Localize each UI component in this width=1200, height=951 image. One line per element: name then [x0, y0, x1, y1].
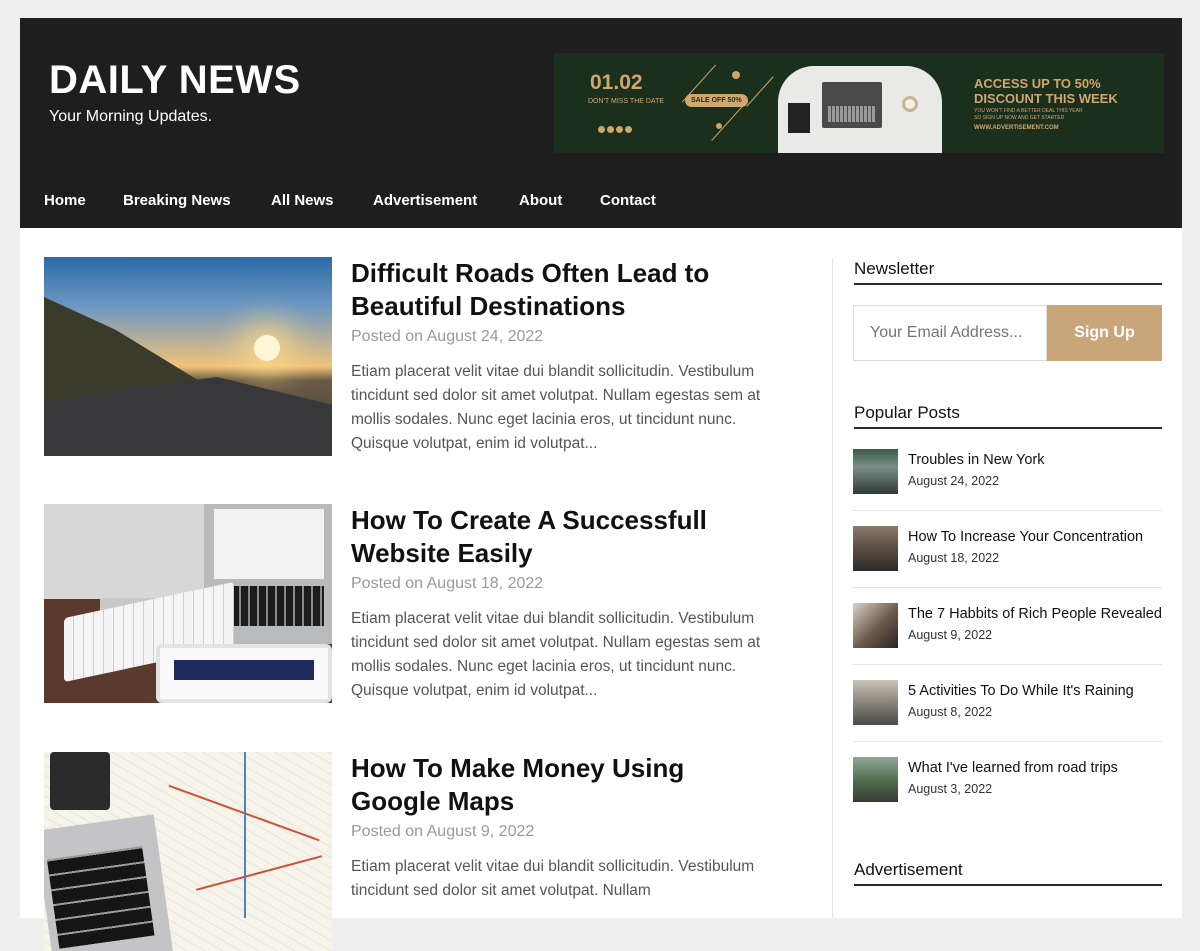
popular-post-item[interactable]: What I've learned from road trips August… — [853, 757, 1162, 834]
popular-post-separator — [853, 741, 1162, 742]
site-wrapper: DAILY NEWS Your Morning Updates. 01.02 D… — [20, 18, 1182, 951]
popular-post-separator — [853, 664, 1162, 665]
post-excerpt: Etiam placerat velit vitae dui blandit s… — [351, 858, 755, 899]
ad-url: WWW.ADVERTISEMENT.COM — [974, 125, 1059, 131]
post-excerpt: Etiam placerat velit vitae dui blandit s… — [351, 363, 761, 452]
post-date: Posted on August 24, 2022 — [351, 328, 544, 345]
ad-sale-badge: SALE OFF 50% — [685, 94, 748, 107]
nav-contact[interactable]: Contact — [600, 192, 656, 209]
popular-post-title[interactable]: Troubles in New York — [908, 452, 1044, 468]
post-thumbnail[interactable] — [44, 504, 332, 703]
popular-post-title[interactable]: What I've learned from road trips — [908, 760, 1118, 776]
popular-post-date: August 3, 2022 — [908, 782, 993, 796]
popular-post-title[interactable]: The 7 Habbits of Rich People Revealed — [908, 606, 1162, 622]
signup-button[interactable]: Sign Up — [1047, 305, 1162, 361]
popular-post-item[interactable]: Troubles in New York August 24, 2022 — [853, 449, 1162, 526]
site-tagline: Your Morning Updates. — [49, 108, 213, 125]
widget-divider — [854, 884, 1162, 886]
nav-breaking-news[interactable]: Breaking News — [123, 192, 231, 209]
widget-divider — [854, 283, 1162, 285]
nav-about[interactable]: About — [519, 192, 562, 209]
post-title[interactable]: How To Create A Successfull Website Easi… — [351, 504, 751, 570]
post-thumbnail[interactable] — [44, 257, 332, 456]
popular-post-separator — [853, 510, 1162, 511]
post-title[interactable]: How To Make Money Using Google Maps — [351, 752, 751, 818]
brand: DAILY NEWS Your Morning Updates. — [49, 58, 301, 126]
popular-post-date: August 8, 2022 — [908, 705, 993, 719]
popular-post-date: August 9, 2022 — [908, 628, 993, 642]
popular-post-thumbnail[interactable] — [853, 526, 898, 571]
popular-post-thumbnail[interactable] — [853, 603, 898, 648]
popular-post-title[interactable]: 5 Activities To Do While It's Raining — [908, 683, 1134, 699]
post-card: How To Make Money Using Google Maps Post… — [44, 752, 764, 951]
popular-post-title[interactable]: How To Increase Your Concentration — [908, 529, 1143, 545]
post-title[interactable]: Difficult Roads Often Lead to Beautiful … — [351, 257, 751, 323]
widget-divider — [854, 427, 1162, 429]
ad-fine-print: YOU WON'T FIND A BETTER DEAL THIS YEAR S… — [974, 108, 1083, 121]
post-date: Posted on August 18, 2022 — [351, 575, 544, 592]
ad-date: 01.02 — [590, 71, 643, 94]
popular-post-thumbnail[interactable] — [853, 680, 898, 725]
post-card: Difficult Roads Often Lead to Beautiful … — [44, 257, 764, 457]
popular-post-date: August 24, 2022 — [908, 474, 1000, 488]
nav-home[interactable]: Home — [44, 192, 86, 209]
post-date: Posted on August 9, 2022 — [351, 823, 535, 840]
ad-desk-image — [778, 66, 942, 153]
site-header: DAILY NEWS Your Morning Updates. 01.02 D… — [20, 18, 1182, 228]
post-excerpt: Etiam placerat velit vitae dui blandit s… — [351, 610, 761, 699]
popular-post-item[interactable]: 5 Activities To Do While It's Raining Au… — [853, 680, 1162, 757]
ad-headline: ACCESS UP TO 50% DISCOUNT THIS WEEK — [974, 76, 1118, 106]
newsletter-title: Newsletter — [854, 259, 935, 278]
content-divider — [832, 258, 833, 918]
advertisement-title: Advertisement — [854, 860, 963, 879]
popular-post-date: August 18, 2022 — [908, 551, 1000, 565]
main-nav: Home Breaking News All News Advertisemen… — [20, 178, 1182, 228]
popular-post-item[interactable]: The 7 Habbits of Rich People Revealed Au… — [853, 603, 1162, 680]
nav-advertisement[interactable]: Advertisement — [373, 192, 477, 209]
popular-post-thumbnail[interactable] — [853, 449, 898, 494]
ad-social-icons — [598, 120, 634, 138]
popular-post-item[interactable]: How To Increase Your Concentration Augus… — [853, 526, 1162, 603]
site-title[interactable]: DAILY NEWS — [49, 58, 301, 102]
email-input[interactable] — [853, 305, 1047, 361]
post-thumbnail[interactable] — [44, 752, 332, 951]
popular-posts-title: Popular Posts — [854, 403, 960, 422]
post-card: How To Create A Successfull Website Easi… — [44, 504, 764, 704]
popular-post-separator — [853, 587, 1162, 588]
popular-post-thumbnail[interactable] — [853, 757, 898, 802]
header-ad-banner[interactable]: 01.02 DON'T MISS THE DATE SALE OFF 50% A… — [554, 53, 1164, 153]
ad-date-subtitle: DON'T MISS THE DATE — [588, 98, 665, 105]
nav-all-news[interactable]: All News — [271, 192, 334, 209]
